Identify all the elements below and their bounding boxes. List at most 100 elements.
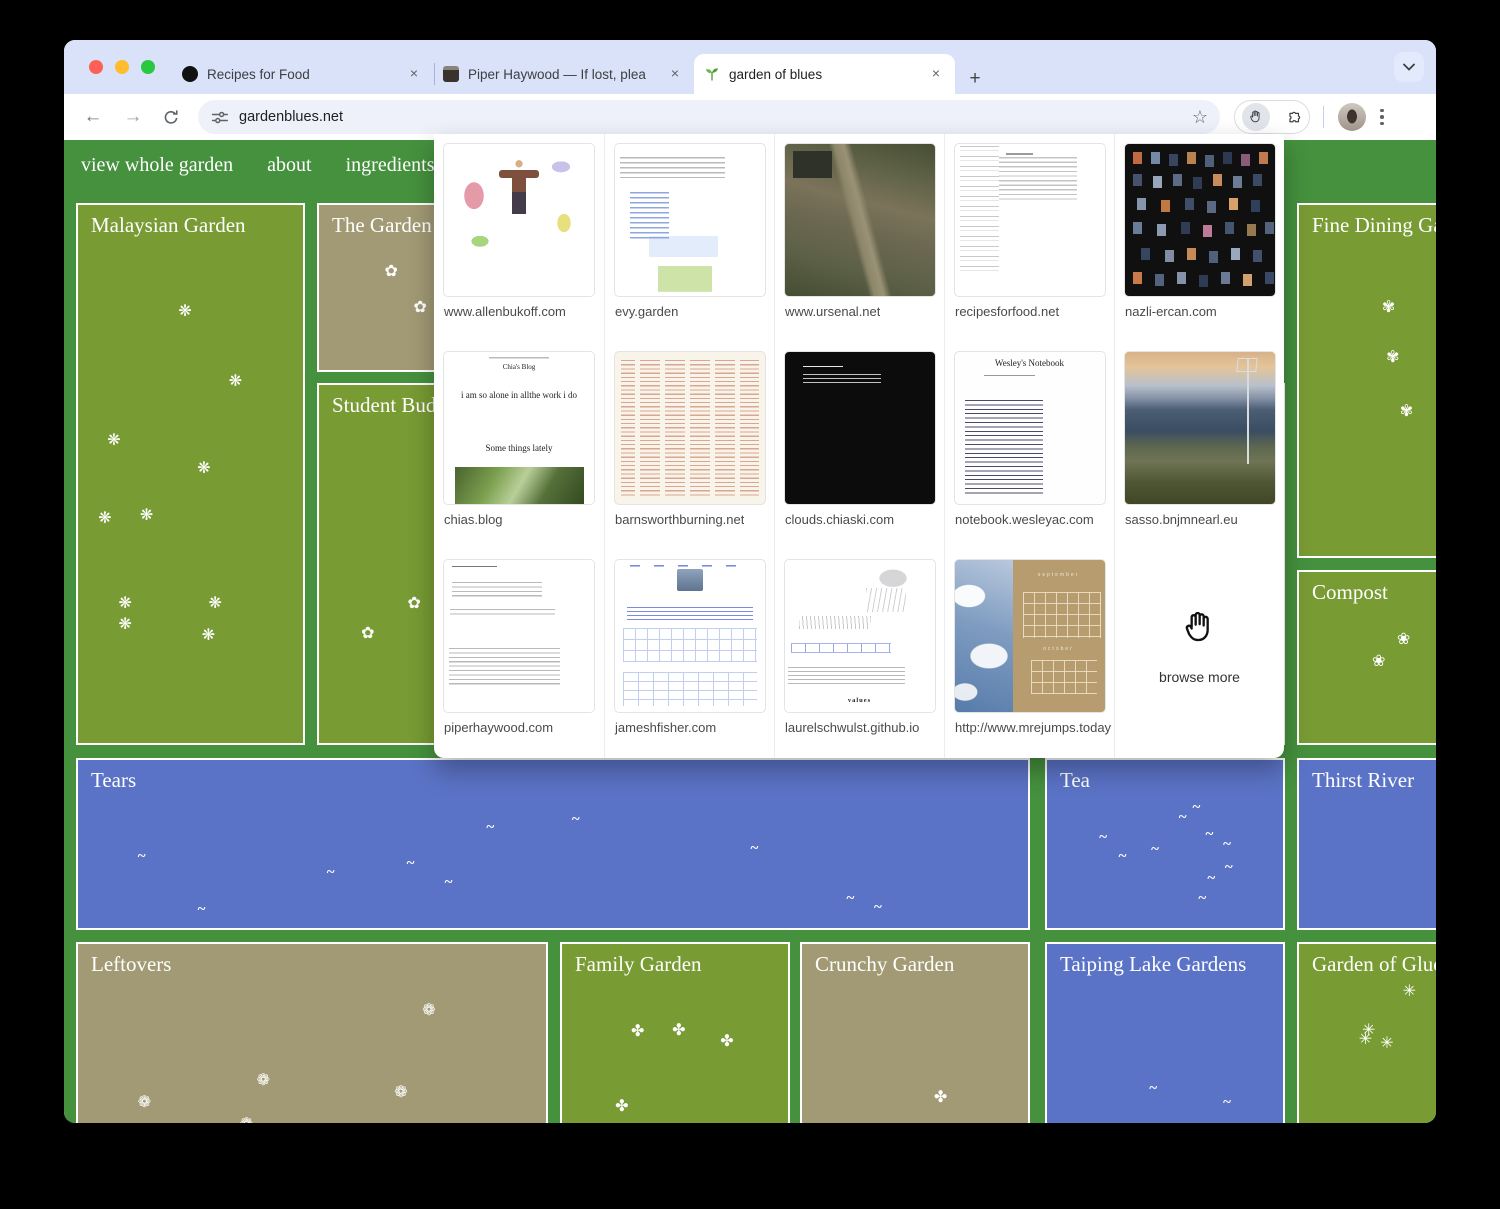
plant-symbol: ✿ — [385, 263, 398, 279]
garden-plot-fine-dining-garden[interactable]: Fine Dining Garden✾✾✾ — [1297, 203, 1436, 558]
browser-window: Recipes for Food×Piper Haywood — If lost… — [64, 40, 1436, 1123]
plant-symbol: ~ — [1099, 831, 1107, 846]
browse-more-button[interactable]: browse more — [1114, 550, 1284, 758]
plant-symbol: ~ — [1223, 1096, 1231, 1111]
site-label: piperhaywood.com — [434, 720, 553, 735]
site-card-jameshfisher-com[interactable]: jameshfisher.com — [604, 550, 774, 758]
site-card-notebook-wesleyac-com[interactable]: Wesley's Notebooknotebook.wesleyac.com — [944, 342, 1114, 550]
browser-menu-button[interactable] — [1380, 109, 1384, 126]
profile-avatar[interactable] — [1338, 103, 1366, 131]
site-card-chias-blog[interactable]: Chia's Blog i am so alone in allthe work … — [434, 342, 604, 550]
site-card-piperhaywood-com[interactable]: piperhaywood.com — [434, 550, 604, 758]
extensions-puzzle-icon[interactable] — [1285, 109, 1302, 126]
bookmark-star-icon[interactable]: ☆ — [1192, 107, 1208, 128]
hand-extension-button[interactable] — [1242, 103, 1270, 131]
tab-close-icon[interactable]: × — [666, 65, 684, 83]
plot-title: Taiping Lake Gardens — [1060, 952, 1246, 977]
forward-button[interactable]: → — [118, 102, 148, 132]
thumbnail-text: values — [785, 697, 935, 704]
site-card-barnsworthburning-net[interactable]: barnsworthburning.net — [604, 342, 774, 550]
plant-symbol: ✾ — [1382, 299, 1395, 315]
tab-3[interactable]: garden of blues× — [694, 54, 955, 94]
thumbnail-text: i am so alone in allthe work i do — [459, 390, 579, 400]
site-card-www-allenbukoff-com[interactable]: www.allenbukoff.com — [434, 134, 604, 342]
site-thumbnail — [1124, 351, 1276, 505]
garden-plot-taiping-lake-gardens[interactable]: Taiping Lake Gardens~~ — [1045, 942, 1285, 1123]
site-card-sasso-bnjmnearl-eu[interactable]: sasso.bnjmnearl.eu — [1114, 342, 1284, 550]
tab-favicon-photo — [443, 66, 459, 82]
tab-favicon-circle — [182, 66, 198, 82]
garden-plot-family-garden[interactable]: Family Garden✤✤✤✤ — [560, 942, 790, 1123]
site-label: sasso.bnjmnearl.eu — [1115, 512, 1238, 527]
plant-symbol: ~ — [198, 902, 206, 917]
garden-plot-tea[interactable]: Tea~~~~~~~~~~ — [1045, 758, 1285, 930]
plot-title: Family Garden — [575, 952, 702, 977]
plot-title: The Garden o — [332, 213, 447, 238]
plant-symbol: ❋ — [98, 510, 111, 526]
tab-strip: Recipes for Food×Piper Haywood — If lost… — [64, 40, 1436, 94]
site-label: jameshfisher.com — [605, 720, 716, 735]
new-tab-button[interactable]: + — [961, 66, 989, 94]
site-thumbnail — [614, 351, 766, 505]
plot-title: Compost — [1312, 580, 1388, 605]
site-thumbnail — [784, 351, 936, 505]
desktop: { "browser": { "tabs": [ {"title": "Reci… — [0, 0, 1500, 1209]
plot-title: Student Budg — [332, 393, 447, 418]
thumbnail-text: october — [1013, 646, 1105, 652]
extensions-capsule — [1234, 100, 1310, 134]
nav-link-ingredients[interactable]: ingredients — [346, 154, 435, 177]
tab-close-icon[interactable]: × — [405, 65, 423, 83]
nav-link-view-whole-garden[interactable]: view whole garden — [81, 154, 233, 177]
site-card-http-www-mrejumps-today[interactable]: septemberoctoberhttp://www.mrejumps.toda… — [944, 550, 1114, 758]
thumbnail-text: Some things lately — [444, 443, 594, 453]
plant-symbol: ~ — [407, 857, 415, 872]
nav-link-about[interactable]: about — [267, 154, 311, 177]
site-thumbnail — [443, 559, 595, 713]
tab-title: Piper Haywood — If lost, plea — [468, 67, 666, 82]
garden-plot-garden-of-glues[interactable]: Garden of Glues✳✳✳✳ — [1297, 942, 1436, 1123]
tab-1[interactable]: Recipes for Food× — [172, 54, 433, 94]
tab-search-button[interactable] — [1394, 52, 1424, 82]
site-label: http://www.mrejumps.today — [945, 720, 1111, 735]
thumbnail-text: Chia's Blog — [444, 363, 594, 371]
site-card-recipesforfood-net[interactable]: recipesforfood.net — [944, 134, 1114, 342]
plant-symbol: ~ — [1207, 872, 1215, 887]
back-button[interactable]: ← — [78, 102, 108, 132]
plant-symbol: ✿ — [408, 595, 421, 611]
plant-symbol: ✳ — [1359, 1031, 1372, 1047]
seedling-icon — [704, 66, 720, 82]
plant-symbol: ❀ — [1372, 653, 1385, 669]
tab-2[interactable]: Piper Haywood — If lost, plea× — [433, 54, 694, 94]
site-card-www-ursenal-net[interactable]: www.ursenal.net — [774, 134, 944, 342]
site-card-laurelschwulst-github-io[interactable]: valueslaurelschwulst.github.io — [774, 550, 944, 758]
browse-more-label: browse more — [1159, 669, 1240, 685]
reload-icon — [162, 108, 180, 126]
plant-symbol: ❁ — [422, 1002, 435, 1018]
tab-close-icon[interactable]: × — [927, 65, 945, 83]
zoom-window-button[interactable] — [141, 60, 155, 74]
plot-title: Garden of Glues — [1312, 952, 1436, 977]
garden-plot-leftovers[interactable]: Leftovers❁❁❁❁❁ — [76, 942, 548, 1123]
reload-button[interactable] — [156, 102, 186, 132]
garden-plot-crunchy-garden[interactable]: Crunchy Garden✤ — [800, 942, 1030, 1123]
garden-plot-malaysian-garden[interactable]: Malaysian Garden❋❋❋❋❋❋❋❋❋❋ — [76, 203, 305, 745]
site-label: notebook.wesleyac.com — [945, 512, 1094, 527]
plot-title: Tears — [91, 768, 136, 793]
site-thumbnail — [614, 559, 766, 713]
plant-symbol: ❋ — [140, 507, 153, 523]
site-card-clouds-chiaski-com[interactable]: clouds.chiaski.com — [774, 342, 944, 550]
url-bar[interactable]: gardenblues.net ☆ — [198, 100, 1220, 134]
plant-symbol: ~ — [1225, 860, 1233, 875]
site-card-nazli-ercan-com[interactable]: nazli-ercan.com — [1114, 134, 1284, 342]
site-card-evy-garden[interactable]: evy.garden — [604, 134, 774, 342]
minimize-window-button[interactable] — [115, 60, 129, 74]
plant-symbol: ~ — [486, 821, 494, 836]
site-label: recipesforfood.net — [945, 304, 1059, 319]
garden-plot-thirst-river[interactable]: Thirst River — [1297, 758, 1436, 930]
plant-symbol: ~ — [750, 842, 758, 857]
garden-plot-compost[interactable]: Compost❀❀ — [1297, 570, 1436, 745]
garden-plot-tears[interactable]: Tears~~~~~~~~~~ — [76, 758, 1030, 930]
plant-symbol: ~ — [1119, 849, 1127, 864]
close-window-button[interactable] — [89, 60, 103, 74]
plant-symbol: ✿ — [413, 299, 426, 315]
